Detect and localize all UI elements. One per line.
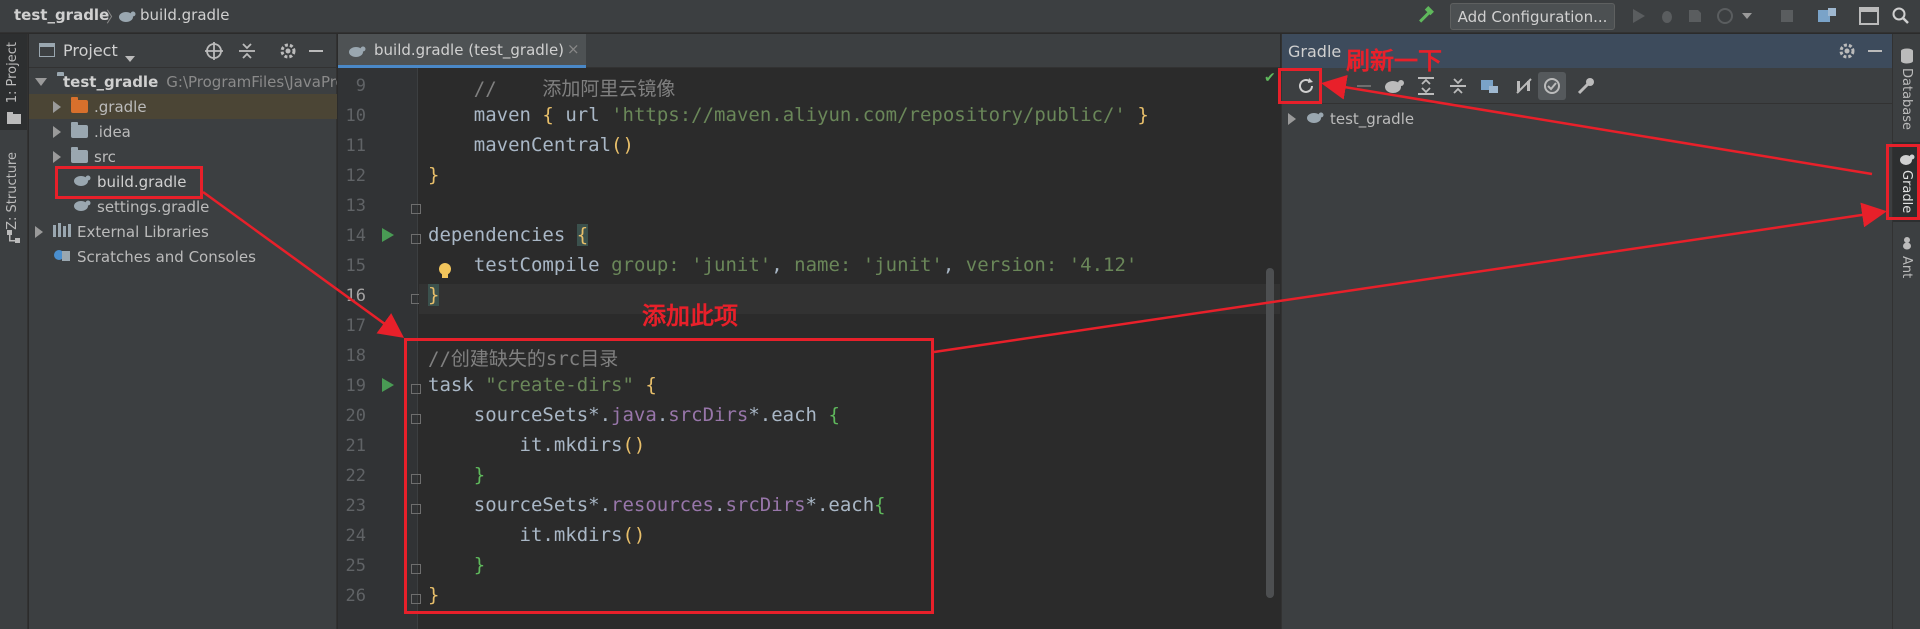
annotation-arrows bbox=[202, 74, 1887, 354]
